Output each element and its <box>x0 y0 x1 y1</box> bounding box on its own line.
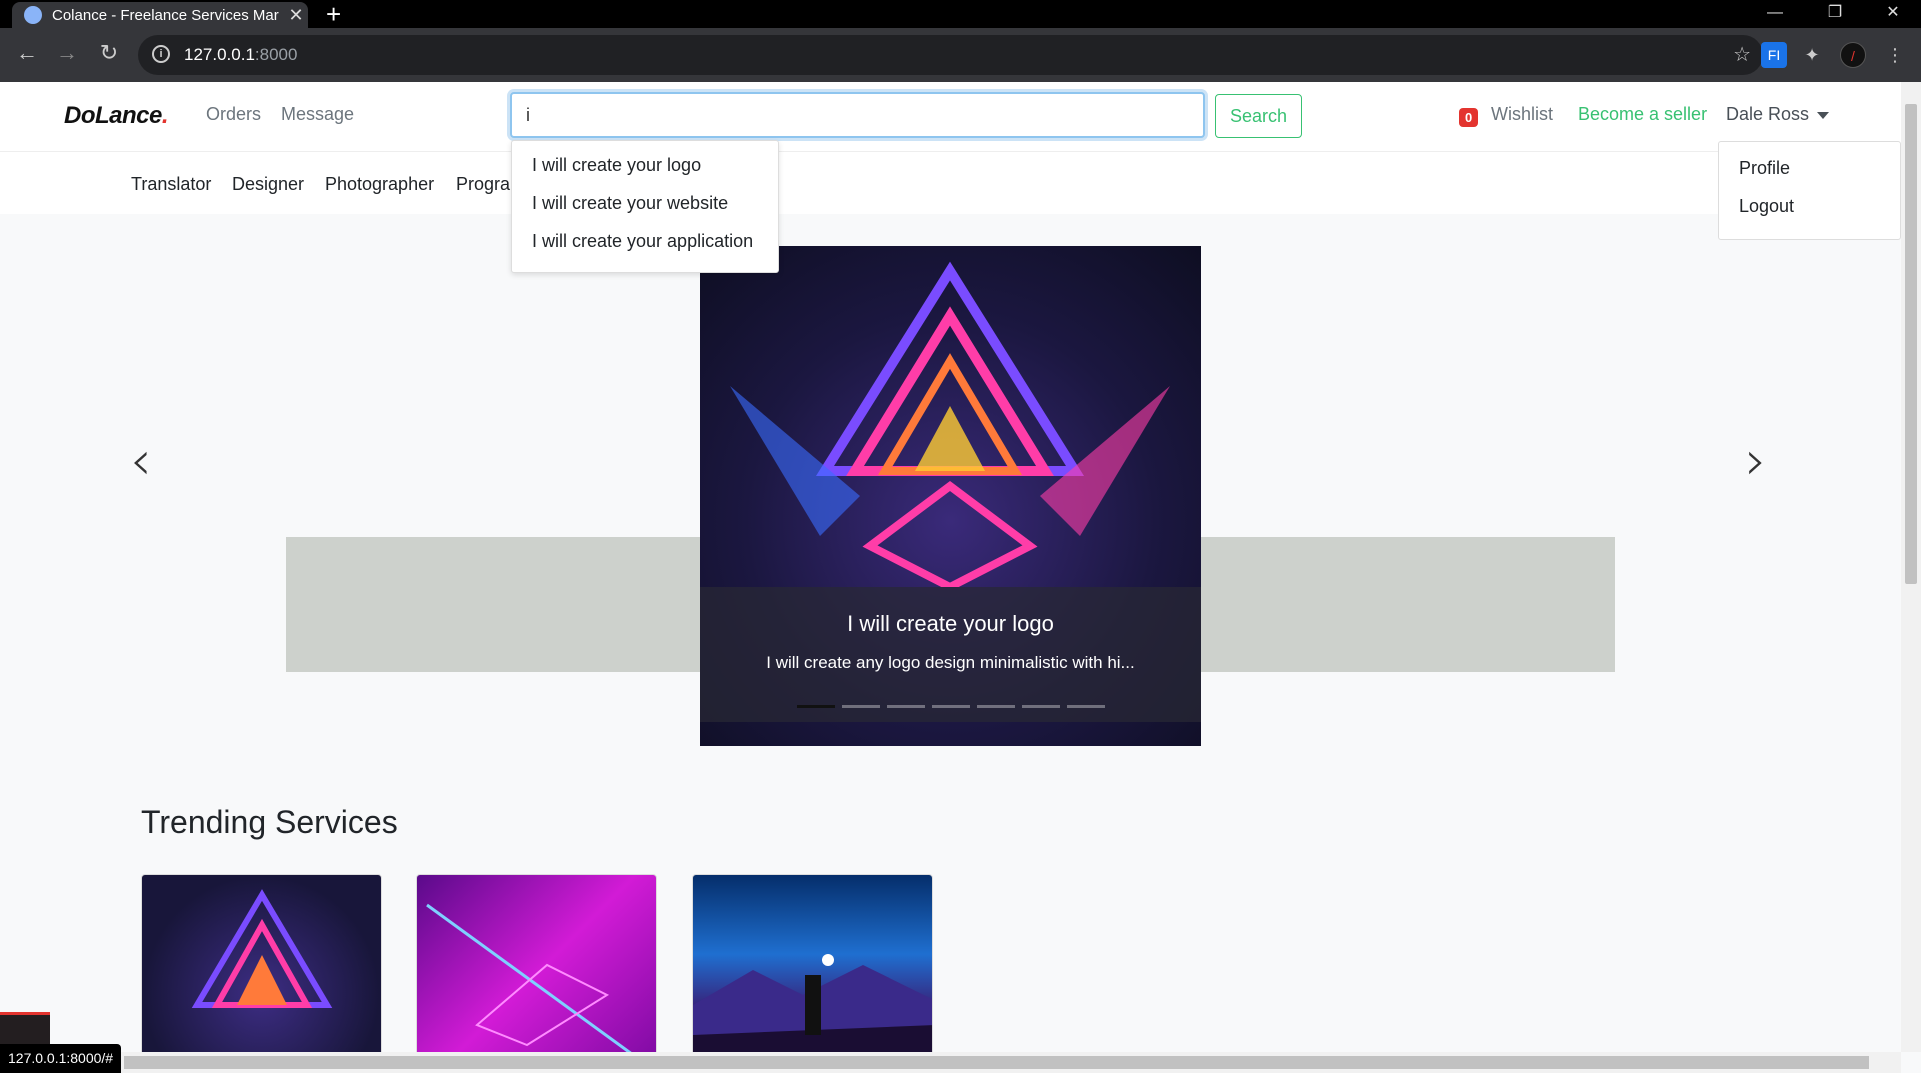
autocomplete-item[interactable]: I will create your logo <box>532 155 701 176</box>
user-name: Dale Ross <box>1726 104 1810 124</box>
nav-orders-link[interactable]: Orders <box>206 104 261 125</box>
browser-tab[interactable]: Colance - Freelance Services Mar ✕ <box>12 2 308 28</box>
logout-menu-item[interactable]: Logout <box>1739 196 1794 217</box>
carousel-indicator[interactable] <box>797 705 835 708</box>
carousel-indicator[interactable] <box>1067 705 1105 708</box>
carousel-caption: I will create your logo I will create an… <box>700 587 1201 722</box>
carousel-caption-title: I will create your logo <box>847 611 1054 636</box>
profile-menu-item[interactable]: Profile <box>1739 158 1790 179</box>
status-url: 127.0.0.1:8000/# <box>0 1044 122 1073</box>
horizontal-scrollbar[interactable] <box>0 1052 1901 1073</box>
carousel-indicator[interactable] <box>1022 705 1060 708</box>
url-port: :8000 <box>254 45 298 64</box>
debugbar-icon[interactable] <box>0 1012 50 1044</box>
browser-toolbar: ← → ↻ i 127.0.0.1:8000 ☆ FI ✦ / ⋮ <box>0 28 1921 82</box>
address-bar[interactable]: i 127.0.0.1:8000 ☆ <box>138 35 1763 75</box>
user-dropdown-menu: Profile Logout <box>1718 141 1901 240</box>
search-field[interactable] <box>510 92 1205 138</box>
browser-tab-bar: Colance - Freelance Services Mar ✕ + — ❐… <box>0 0 1921 28</box>
user-dropdown-toggle[interactable]: Dale Ross <box>1726 104 1830 125</box>
become-seller-link[interactable]: Become a seller <box>1578 104 1707 125</box>
vertical-scroll-thumb[interactable] <box>1905 104 1917 584</box>
back-icon[interactable]: ← <box>12 40 42 66</box>
category-translator[interactable]: Translator <box>131 174 211 195</box>
carousel-indicator[interactable] <box>887 705 925 708</box>
tab-close-icon[interactable]: ✕ <box>284 5 308 26</box>
service-card[interactable] <box>692 874 933 1052</box>
page-viewport: DoLance. Orders Message Search 0 Wishlis… <box>0 82 1901 1052</box>
search-input[interactable] <box>512 94 1203 136</box>
search-autocomplete-dropdown: I will create your logo I will create yo… <box>511 140 779 273</box>
category-bar: Translator Designer Photographer Program <box>0 152 1901 214</box>
service-card[interactable] <box>141 874 382 1052</box>
service-card-image <box>426 903 632 1052</box>
new-tab-icon[interactable]: + <box>326 0 341 28</box>
browser-menu-icon[interactable]: ⋮ <box>1882 42 1908 68</box>
reload-icon[interactable]: ↻ <box>94 40 124 66</box>
horizontal-scroll-thumb[interactable] <box>124 1056 1869 1069</box>
autocomplete-item[interactable]: I will create your website <box>532 193 728 214</box>
carousel-indicator[interactable] <box>842 705 880 708</box>
favicon-icon <box>24 6 42 24</box>
category-photographer[interactable]: Photographer <box>325 174 434 195</box>
service-card-image <box>191 889 333 1008</box>
site-logo[interactable]: DoLance. <box>64 102 169 130</box>
slide-artwork <box>730 261 1170 592</box>
carousel-slide[interactable]: I will create your logo I will create an… <box>700 246 1201 746</box>
service-card[interactable] <box>416 874 657 1052</box>
minimize-icon[interactable]: — <box>1755 0 1795 28</box>
caret-down-icon <box>1817 111 1830 119</box>
profile-avatar-icon[interactable]: / <box>1840 42 1866 68</box>
extension-fi-icon[interactable]: FI <box>1761 42 1787 68</box>
chevron-left-icon[interactable]: ‹ <box>130 429 152 492</box>
extensions-puzzle-icon[interactable]: ✦ <box>1799 42 1825 68</box>
wishlist-link[interactable]: Wishlist <box>1491 104 1553 125</box>
site-info-icon[interactable]: i <box>152 45 170 63</box>
category-designer[interactable]: Designer <box>232 174 304 195</box>
site-navbar: DoLance. Orders Message Search 0 Wishlis… <box>0 82 1901 152</box>
logo-dot: . <box>161 102 169 129</box>
carousel-indicator[interactable] <box>932 705 970 708</box>
window-close-icon[interactable]: ✕ <box>1873 0 1913 28</box>
vertical-scrollbar[interactable] <box>1901 82 1921 1052</box>
logo-text: DoLance <box>64 102 162 129</box>
bookmark-star-icon[interactable]: ☆ <box>1733 35 1751 75</box>
carousel-indicators <box>797 705 1105 708</box>
wishlist-count-badge: 0 <box>1459 108 1479 127</box>
nav-message-link[interactable]: Message <box>281 104 354 125</box>
carousel-caption-text: I will create any logo design minimalist… <box>766 653 1135 672</box>
trending-heading: Trending Services <box>141 804 398 840</box>
forward-icon[interactable]: → <box>52 40 82 66</box>
tab-title: Colance - Freelance Services Mar <box>52 6 279 24</box>
restore-icon[interactable]: ❐ <box>1815 0 1855 28</box>
url-host: 127.0.0.1 <box>184 45 255 64</box>
autocomplete-item[interactable]: I will create your application <box>532 231 753 252</box>
carousel-indicator[interactable] <box>977 705 1015 708</box>
search-button[interactable]: Search <box>1215 94 1302 138</box>
chevron-right-icon[interactable]: › <box>1745 429 1767 492</box>
service-card-image <box>693 954 932 1052</box>
